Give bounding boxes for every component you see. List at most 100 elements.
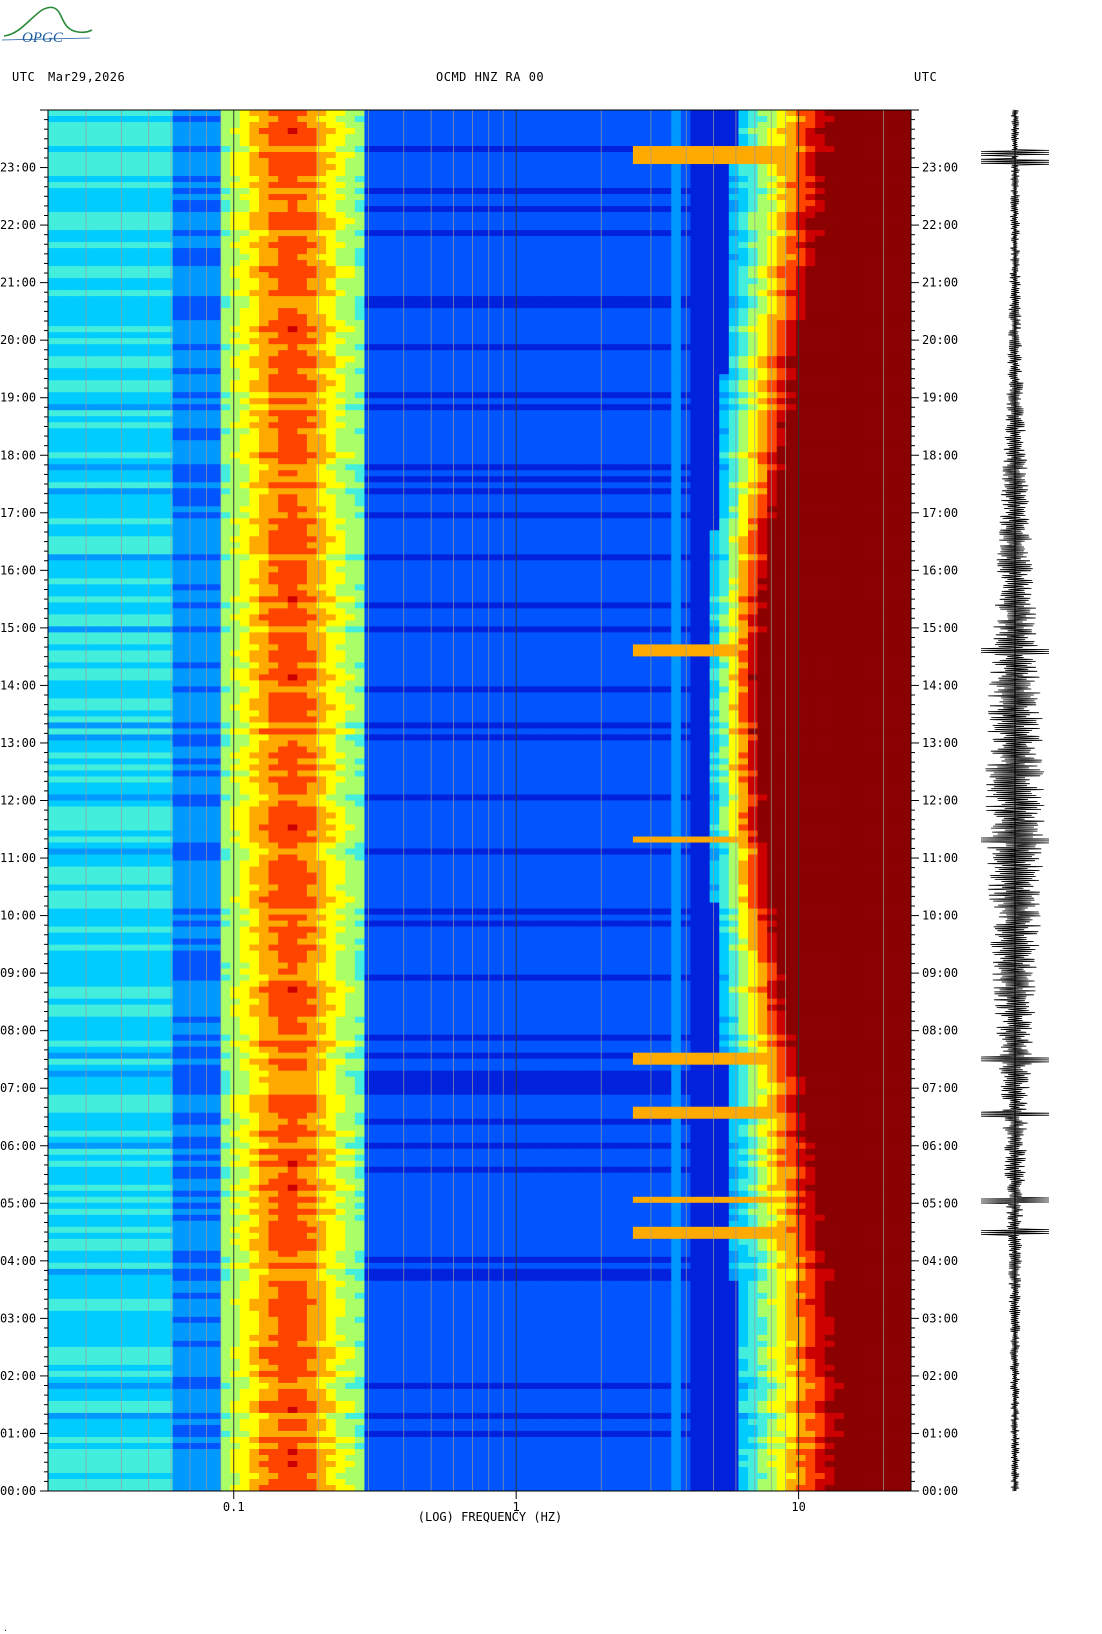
heatmap-cell [316, 248, 327, 255]
heatmap-cell [57, 218, 68, 225]
heatmap-cell [863, 434, 874, 441]
heatmap-cell [891, 188, 903, 195]
heatmap-cell [632, 362, 644, 369]
heatmap-cell [738, 398, 749, 405]
heatmap-cell [421, 206, 433, 213]
heatmap-cell [757, 212, 768, 219]
heatmap-cell [153, 182, 164, 189]
heatmap-cell [220, 314, 231, 321]
heatmap-cell [172, 290, 183, 297]
heatmap-cell [335, 350, 346, 357]
heatmap-cell [815, 164, 826, 171]
heatmap-cell [57, 404, 68, 411]
heatmap-cell [604, 242, 615, 249]
heatmap-cell [316, 236, 327, 243]
heatmap-cell [76, 404, 87, 411]
heatmap-cell [517, 434, 529, 441]
heatmap-cell [374, 278, 385, 285]
heatmap-cell [709, 266, 720, 273]
heatmap-cell [843, 278, 855, 285]
heatmap-cell [105, 266, 116, 273]
heatmap-cell [613, 284, 624, 291]
heatmap-cell [671, 260, 682, 267]
heatmap-cell [546, 254, 557, 261]
heatmap-cell [316, 398, 327, 405]
heatmap-cell [335, 380, 346, 387]
heatmap-cell [527, 356, 538, 363]
heatmap-cell [431, 206, 442, 213]
heatmap-cell [584, 296, 596, 303]
heatmap-cell [374, 284, 385, 291]
heatmap-cell [163, 272, 174, 279]
heatmap-cell [134, 392, 145, 399]
heatmap-cell [719, 212, 730, 219]
heatmap-cell [508, 152, 519, 159]
heatmap-cell [57, 422, 68, 429]
heatmap-cell [374, 410, 385, 417]
heatmap-cell [843, 194, 855, 201]
heatmap-cell [527, 218, 538, 225]
heatmap-cell [853, 128, 864, 135]
heatmap-cell [834, 302, 845, 309]
heatmap-cell [652, 230, 663, 237]
heatmap-cell [115, 260, 126, 267]
heatmap-cell [67, 272, 78, 279]
heatmap-cell [258, 152, 270, 159]
heatmap-cell [364, 380, 375, 387]
heatmap-cell [709, 338, 720, 345]
heatmap-cell [163, 356, 174, 363]
heatmap-cell [441, 410, 452, 417]
heatmap-cell [527, 404, 538, 411]
heatmap-cell [316, 308, 327, 315]
heatmap-cell [306, 212, 318, 219]
heatmap-cell [191, 116, 203, 123]
heatmap-cell [690, 218, 701, 225]
heatmap-cell [604, 416, 615, 423]
heatmap-cell [556, 224, 567, 231]
heatmap-cell [786, 380, 797, 387]
heatmap-cell [728, 278, 739, 285]
heatmap-cell [805, 182, 816, 189]
heatmap-cell [632, 332, 644, 339]
heatmap-cell [335, 410, 346, 417]
heatmap-cell [872, 350, 883, 357]
heatmap-cell [556, 242, 567, 249]
heatmap-cell [594, 320, 605, 327]
heatmap-cell [805, 314, 816, 321]
heatmap-cell [728, 212, 739, 219]
heatmap-cell [172, 398, 183, 405]
heatmap-cell [230, 134, 241, 141]
heatmap-cell [421, 218, 433, 225]
heatmap-cell [412, 218, 423, 225]
heatmap-cell [527, 362, 538, 369]
heatmap-cell [163, 428, 174, 435]
heatmap-cell [537, 242, 548, 249]
heatmap-cell [86, 224, 97, 231]
heatmap-cell [345, 302, 356, 309]
heatmap-cell [700, 380, 711, 387]
heatmap-cell [86, 434, 97, 441]
heatmap-cell [153, 332, 164, 339]
heatmap-cell [786, 140, 797, 147]
heatmap-cell [843, 266, 855, 273]
heatmap-cell [700, 140, 711, 147]
heatmap-cell [67, 122, 78, 129]
heatmap-cell [383, 254, 394, 261]
heatmap-cell [374, 380, 385, 387]
heatmap-cell [575, 230, 586, 237]
heatmap-cell [795, 182, 807, 189]
heatmap-cell [575, 236, 586, 243]
heatmap-cell [613, 152, 624, 159]
heatmap-cell [278, 362, 289, 369]
heatmap-cell [613, 338, 624, 345]
heatmap-cell [95, 410, 107, 417]
heatmap-cell [584, 146, 596, 153]
heatmap-cell [431, 272, 442, 279]
heatmap-cell [306, 176, 318, 183]
heatmap-cell [623, 404, 634, 411]
heatmap-cell [700, 260, 711, 267]
heatmap-cell [556, 326, 567, 333]
heatmap-cell [565, 206, 576, 213]
heatmap-cell [719, 122, 730, 129]
heatmap-cell [306, 146, 318, 153]
